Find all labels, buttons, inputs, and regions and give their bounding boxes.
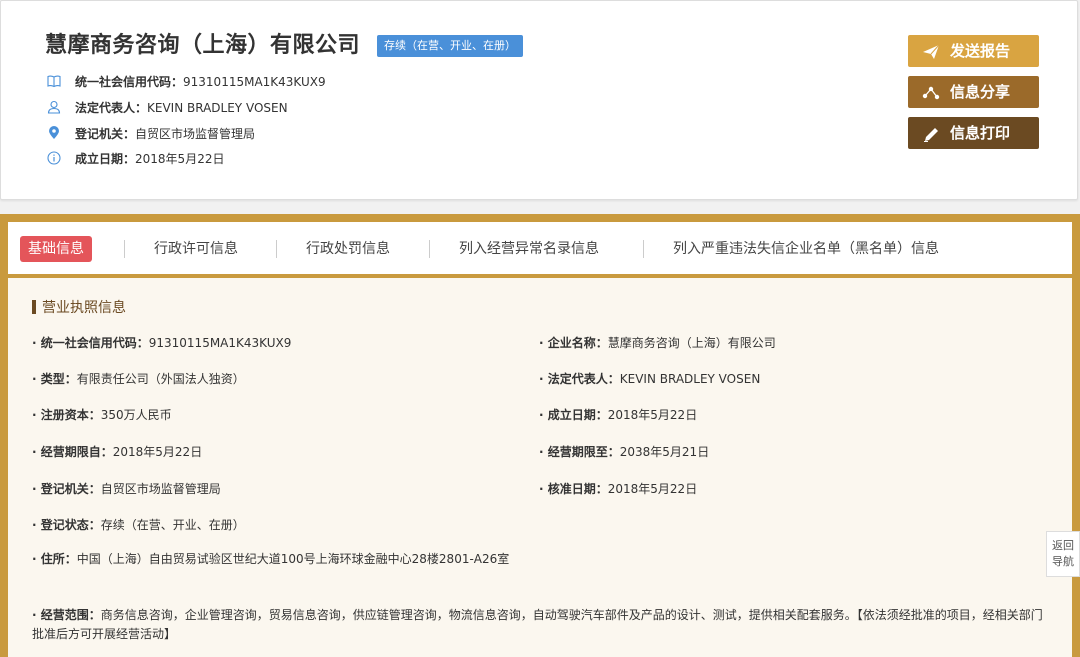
field-reg-status: · 登记状态：存续（在营、开业、在册） bbox=[32, 518, 245, 532]
status-badge: 存续（在营、开业、在册） bbox=[377, 35, 523, 57]
meta-legal-rep: 法定代表人：KEVIN BRADLEY VOSEN bbox=[47, 99, 288, 117]
main-panel: 基础信息 行政许可信息 行政处罚信息 列入经营异常名录信息 列入严重违法失信企业… bbox=[0, 214, 1080, 657]
field-est-date: · 成立日期：2018年5月22日 bbox=[539, 408, 698, 422]
back-to-nav-button[interactable]: 返回导航 bbox=[1046, 531, 1080, 577]
section-marker bbox=[32, 300, 36, 314]
book-icon bbox=[47, 74, 61, 88]
field-term-to: · 经营期限至：2038年5月21日 bbox=[539, 445, 710, 459]
field-reg-authority: · 登记机关：自贸区市场监督管理局 bbox=[32, 482, 221, 496]
tab-bar: 基础信息 行政许可信息 行政处罚信息 列入经营异常名录信息 列入严重违法失信企业… bbox=[8, 222, 1072, 274]
share-nodes-icon bbox=[922, 86, 940, 100]
field-reg-capital: · 注册资本：350万人民币 bbox=[32, 408, 172, 422]
field-approval-date: · 核准日期：2018年5月22日 bbox=[539, 482, 698, 496]
basic-info-content: 营业执照信息 · 统一社会信用代码：91310115MA1K43KUX9 · 企… bbox=[8, 278, 1072, 657]
tab-basic-info[interactable]: 基础信息 bbox=[20, 236, 92, 262]
meta-reg-authority: 登记机关：自贸区市场监督管理局 bbox=[47, 125, 255, 143]
meta-est-date: 成立日期：2018年5月22日 bbox=[47, 150, 224, 168]
share-info-button[interactable]: 信息分享 bbox=[908, 76, 1039, 108]
paper-plane-icon bbox=[923, 44, 940, 59]
company-title: 慧摩商务咨询（上海）有限公司 bbox=[45, 33, 361, 58]
tab-abnormal-list[interactable]: 列入经营异常名录信息 bbox=[459, 236, 599, 262]
meta-credit-code: 统一社会信用代码：91310115MA1K43KUX9 bbox=[47, 73, 326, 91]
tab-admin-penalty[interactable]: 行政处罚信息 bbox=[306, 236, 390, 262]
section-title: 营业执照信息 bbox=[32, 297, 126, 317]
field-credit-code: · 统一社会信用代码：91310115MA1K43KUX9 bbox=[32, 336, 292, 350]
field-address: · 住所：中国（上海）自由贸易试验区世纪大道100号上海环球金融中心28楼280… bbox=[32, 552, 510, 566]
tab-blacklist[interactable]: 列入严重违法失信企业名单（黑名单）信息 bbox=[673, 236, 939, 262]
field-company-name: · 企业名称：慧摩商务咨询（上海）有限公司 bbox=[539, 336, 776, 350]
field-legal-rep: · 法定代表人：KEVIN BRADLEY VOSEN bbox=[539, 372, 761, 386]
send-report-button[interactable]: 发送报告 bbox=[908, 35, 1039, 67]
tab-divider bbox=[124, 240, 125, 258]
tab-divider bbox=[276, 240, 277, 258]
field-term-from: · 经营期限自：2018年5月22日 bbox=[32, 445, 203, 459]
info-circle-icon bbox=[47, 151, 61, 165]
location-pin-icon bbox=[47, 126, 61, 140]
pencil-icon bbox=[924, 128, 938, 142]
print-info-button[interactable]: 信息打印 bbox=[908, 117, 1039, 149]
field-type: · 类型：有限责任公司（外国法人独资） bbox=[32, 372, 245, 386]
field-business-scope: · 经营范围：商务信息咨询，企业管理咨询，贸易信息咨询，供应链管理咨询，物流信息… bbox=[32, 608, 1043, 641]
person-icon bbox=[47, 100, 61, 114]
tab-divider bbox=[429, 240, 430, 258]
tab-admin-license[interactable]: 行政许可信息 bbox=[154, 236, 238, 262]
tab-divider bbox=[643, 240, 644, 258]
company-header-card: 慧摩商务咨询（上海）有限公司 存续（在营、开业、在册） 统一社会信用代码：913… bbox=[0, 0, 1078, 200]
